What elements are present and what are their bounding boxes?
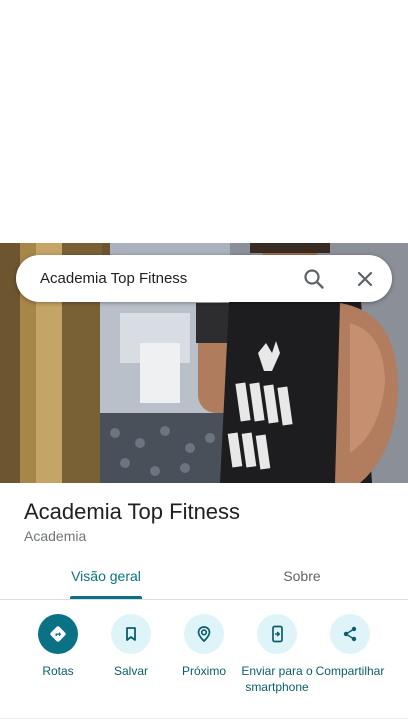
- maps-place-sheet: Academia Top Fitness Academia Top Fitnes…: [0, 0, 408, 726]
- bookmark-icon: [111, 614, 151, 654]
- nearby-label: Próximo: [181, 664, 226, 678]
- close-icon[interactable]: [351, 265, 379, 293]
- tab-about-label: Sobre: [283, 568, 321, 584]
- tab-overview-label: Visão geral: [71, 568, 141, 584]
- save-label: Salvar: [113, 664, 148, 678]
- directions-button[interactable]: Rotas: [18, 612, 98, 679]
- search-bar[interactable]: Academia Top Fitness: [16, 255, 392, 302]
- place-tabs: Visão geral Sobre: [0, 556, 408, 600]
- place-category[interactable]: Academia: [24, 528, 86, 544]
- map-blank-area[interactable]: [0, 0, 408, 243]
- search-query-text[interactable]: Academia Top Fitness: [40, 255, 187, 302]
- send-to-phone-button[interactable]: Enviar para o smartphone: [237, 612, 317, 695]
- tab-about[interactable]: Sobre: [244, 556, 360, 599]
- active-tab-indicator: [70, 596, 142, 599]
- nearby-button[interactable]: Próximo: [164, 612, 244, 679]
- share-label: Compartilhar: [315, 664, 385, 678]
- directions-label: Rotas: [42, 664, 74, 678]
- share-button[interactable]: Compartilhar: [310, 612, 390, 679]
- divider: [0, 718, 408, 719]
- send-to-phone-label: Enviar para o smartphone: [241, 664, 313, 694]
- save-button[interactable]: Salvar: [91, 612, 171, 679]
- share-icon: [330, 614, 370, 654]
- directions-icon: [38, 614, 78, 654]
- send-to-phone-icon: [257, 614, 297, 654]
- search-icon[interactable]: [300, 265, 328, 293]
- nearby-icon: [184, 614, 224, 654]
- action-buttons-row: Rotas Salvar Próximo Enviar para o smart…: [0, 612, 408, 720]
- tab-overview[interactable]: Visão geral: [38, 556, 174, 599]
- place-title: Academia Top Fitness: [24, 499, 241, 524]
